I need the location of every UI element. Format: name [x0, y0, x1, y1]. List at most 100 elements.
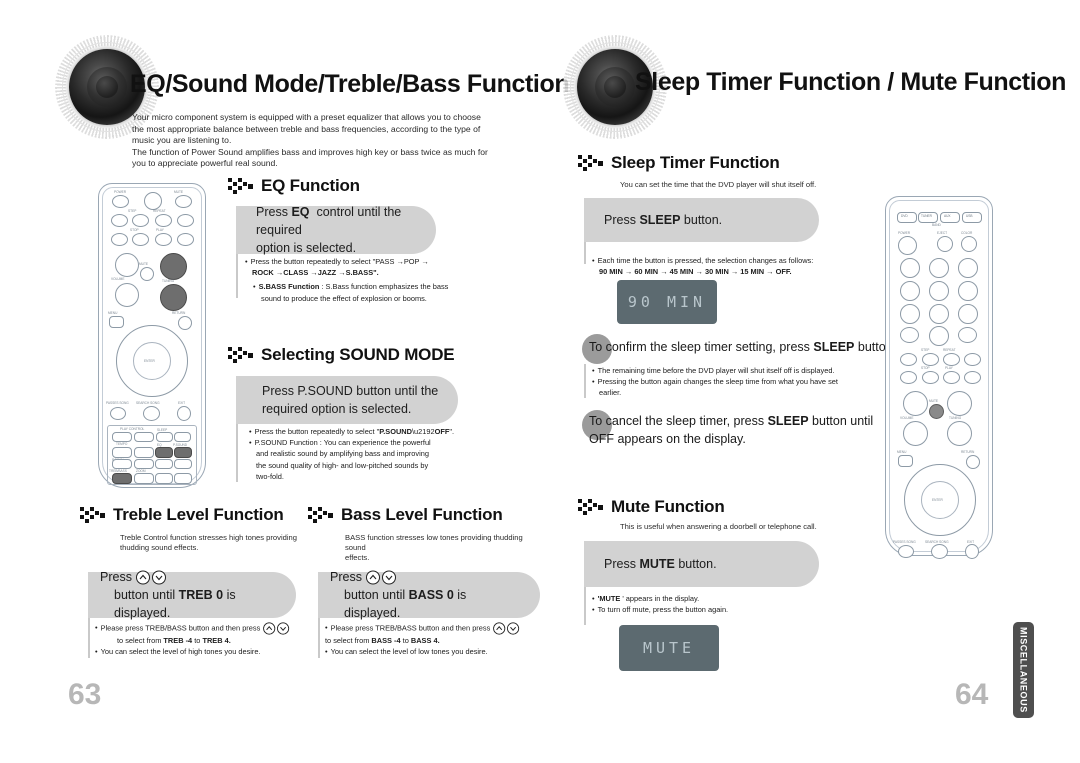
volume-up-button [115, 253, 139, 277]
remote-label-tuner: TUNER [921, 214, 932, 218]
remote-label-eject: EJECT [937, 231, 948, 235]
remote-label-mute: MUTE [139, 262, 149, 266]
up-down-buttons-icon [136, 570, 167, 585]
up-down-buttons-icon [366, 570, 397, 585]
mute-button-highlight [929, 404, 944, 419]
bullet-sleep-2: 90 MIN → 60 MIN → 45 MIN → 30 MIN → 15 M… [599, 267, 792, 277]
callout-treble: Press button until TREB 0 is displayed. [88, 570, 296, 620]
bullet-eq-4: sound to produce the effect of explosion… [261, 293, 427, 303]
section-heading-sleep-timer: Sleep Timer Function [578, 153, 780, 173]
eq-button-highlight [155, 447, 173, 458]
remote-label-tuning: TUNING [162, 279, 175, 283]
remote-label-menu: MENU [897, 450, 907, 454]
bullet-treble-3: You can select the level of high tones y… [95, 647, 310, 657]
mute-subnote: This is useful when answering a doorbell… [620, 522, 817, 531]
page-number-left: 63 [68, 678, 102, 711]
callout-sleep: Press SLEEP button. [584, 198, 819, 242]
remote-label-return: RETURN [172, 311, 186, 315]
bullets-sleep: Each time the button is pressed, the sel… [592, 256, 882, 278]
tuning-up-button-highlight [160, 253, 187, 280]
remote-label-dvd: DVD [901, 214, 908, 218]
bullet-mute-2: To turn off mute, press the button again… [592, 605, 882, 615]
bass-heading-text: Bass Level Function [341, 505, 503, 524]
callout-mute: Press MUTE button. [584, 541, 819, 587]
remote-label-mute: MUTE [929, 399, 939, 403]
checker-arrow-icon [228, 346, 253, 363]
lcd-mute-text: MUTE [642, 639, 696, 657]
treble-subnote: Treble Control function stresses high to… [120, 533, 297, 552]
remote-label-band: BAND [932, 223, 941, 227]
treble-heading-text: Treble Level Function [113, 505, 284, 524]
sleep-heading-text: Sleep Timer Function [611, 153, 780, 172]
callout-sound-mode: Press P.SOUND button until the required … [236, 376, 458, 424]
remote-label-passes-song: PASSES SONG [893, 540, 916, 544]
bullet-sound-4: the sound quality of high- and low-pitch… [256, 460, 429, 470]
section-heading-treble: Treble Level Function [80, 505, 284, 525]
bullet-sound-5: two-fold. [256, 471, 284, 481]
callout-eq: Press EQ control until the required opti… [236, 205, 436, 255]
psound-button-highlight [174, 447, 192, 458]
statement-cancel-sleep: To cancel the sleep timer, press SLEEP b… [589, 414, 874, 446]
remote-label-usb: USB [966, 214, 973, 218]
remote-label-enter: ENTER [144, 359, 155, 363]
remote-label-return: RETURN [961, 450, 975, 454]
lcd-display-sleep: 90 MIN [617, 280, 717, 324]
bullets-eq: Press the button repeatedly to select "P… [245, 257, 485, 305]
bass-subnote: BASS function stresses low tones providi… [345, 533, 523, 562]
bullets-sleep-2: The remaining time before the DVD player… [592, 366, 892, 400]
right-page: Sleep Timer Function / Mute Function Sle… [540, 0, 1080, 763]
sound-mode-heading-text: Selecting SOUND MODE [261, 345, 455, 364]
bullets-bass: Please press TREB/BASS button and then p… [325, 622, 540, 658]
bullet-eq-2: ROCK →CLASS →JAZZ →S.BASS". [252, 268, 379, 278]
intro-paragraph: Your micro component system is equipped … [132, 112, 488, 169]
remote-control-illustration-left: POWER MUTE STEP REPEAT STOP PLAY MUTE VO… [98, 183, 206, 488]
callout-eq-line1: Press EQ control until the required [256, 205, 402, 237]
lcd-display-mute: MUTE [619, 625, 719, 671]
callout-sound-line1: Press P.SOUND button until the [262, 384, 439, 398]
bullet-sleep2-3: earlier. [599, 388, 622, 398]
side-tab-label: MISCELLANEOUS [1018, 627, 1029, 713]
bullet-sound-3: and realistic sound by amplifying bass a… [256, 449, 429, 459]
tuning-down-button-highlight [160, 284, 187, 311]
section-heading-mute: Mute Function [578, 497, 725, 517]
bullet-sound-2: P.SOUND Function : You can experience th… [249, 438, 499, 448]
bullets-treble: Please press TREB/BASS button and then p… [95, 622, 310, 658]
bullet-sleep-1: Each time the button is pressed, the sel… [592, 256, 882, 266]
remote-label-tuning: TUNING [949, 416, 962, 420]
side-tab-miscellaneous: MISCELLANEOUS [1013, 622, 1034, 718]
section-heading-sound-mode: Selecting SOUND MODE [228, 345, 455, 365]
sleep-subnote: You can set the time that the DVD player… [620, 180, 817, 189]
callout-eq-line2: option is selected. [256, 241, 357, 255]
bullet-bass-3: You can select the level of low tones yo… [325, 647, 540, 657]
remote-label-color: COLOR [961, 231, 973, 235]
remote-label-power: POWER [898, 231, 911, 235]
bullet-sleep2-1: The remaining time before the DVD player… [592, 366, 892, 376]
checker-arrow-icon [578, 498, 603, 515]
remote-label-menu: MENU [108, 311, 118, 315]
callout-treble-line1: Press [100, 570, 132, 584]
checker-arrow-icon [228, 177, 253, 194]
up-down-buttons-icon [263, 622, 290, 635]
remote-label-enter: ENTER [932, 498, 943, 502]
callout-bass: Press button until BASS 0 is displayed. [318, 570, 540, 620]
remote-control-illustration-right: DVD TUNER AUX USB BAND POWER EJECT COLOR… [885, 196, 993, 559]
bullet-sleep2-2: Pressing the button again changes the sl… [592, 377, 892, 387]
eq-heading-text: EQ Function [261, 176, 360, 195]
section-heading-eq: EQ Function [228, 176, 360, 196]
lcd-sleep-text: 90 MIN [627, 293, 707, 311]
section-heading-bass: Bass Level Function [308, 505, 503, 525]
volume-down-button [115, 283, 139, 307]
checker-arrow-icon [578, 154, 603, 171]
checker-arrow-icon [80, 506, 105, 523]
mute-heading-text: Mute Function [611, 497, 725, 516]
bullets-mute: 'MUTE ' appears in the display. To turn … [592, 594, 882, 616]
bullets-sound-mode: Press the button repeatedly to select "P… [249, 427, 499, 483]
page-title: Sleep Timer Function / Mute Function [635, 68, 1066, 96]
remote-label-aux: AUX [944, 214, 951, 218]
remote-label-volume: VOLUME [111, 277, 125, 281]
trebbass-button-highlight [112, 473, 132, 484]
page-number-right: 64 [955, 678, 989, 711]
callout-sound-line2: required option is selected. [262, 402, 412, 416]
callout-bass-line1: Press [330, 570, 362, 584]
page-title: EQ/Sound Mode/Treble/Bass Function [130, 70, 570, 98]
